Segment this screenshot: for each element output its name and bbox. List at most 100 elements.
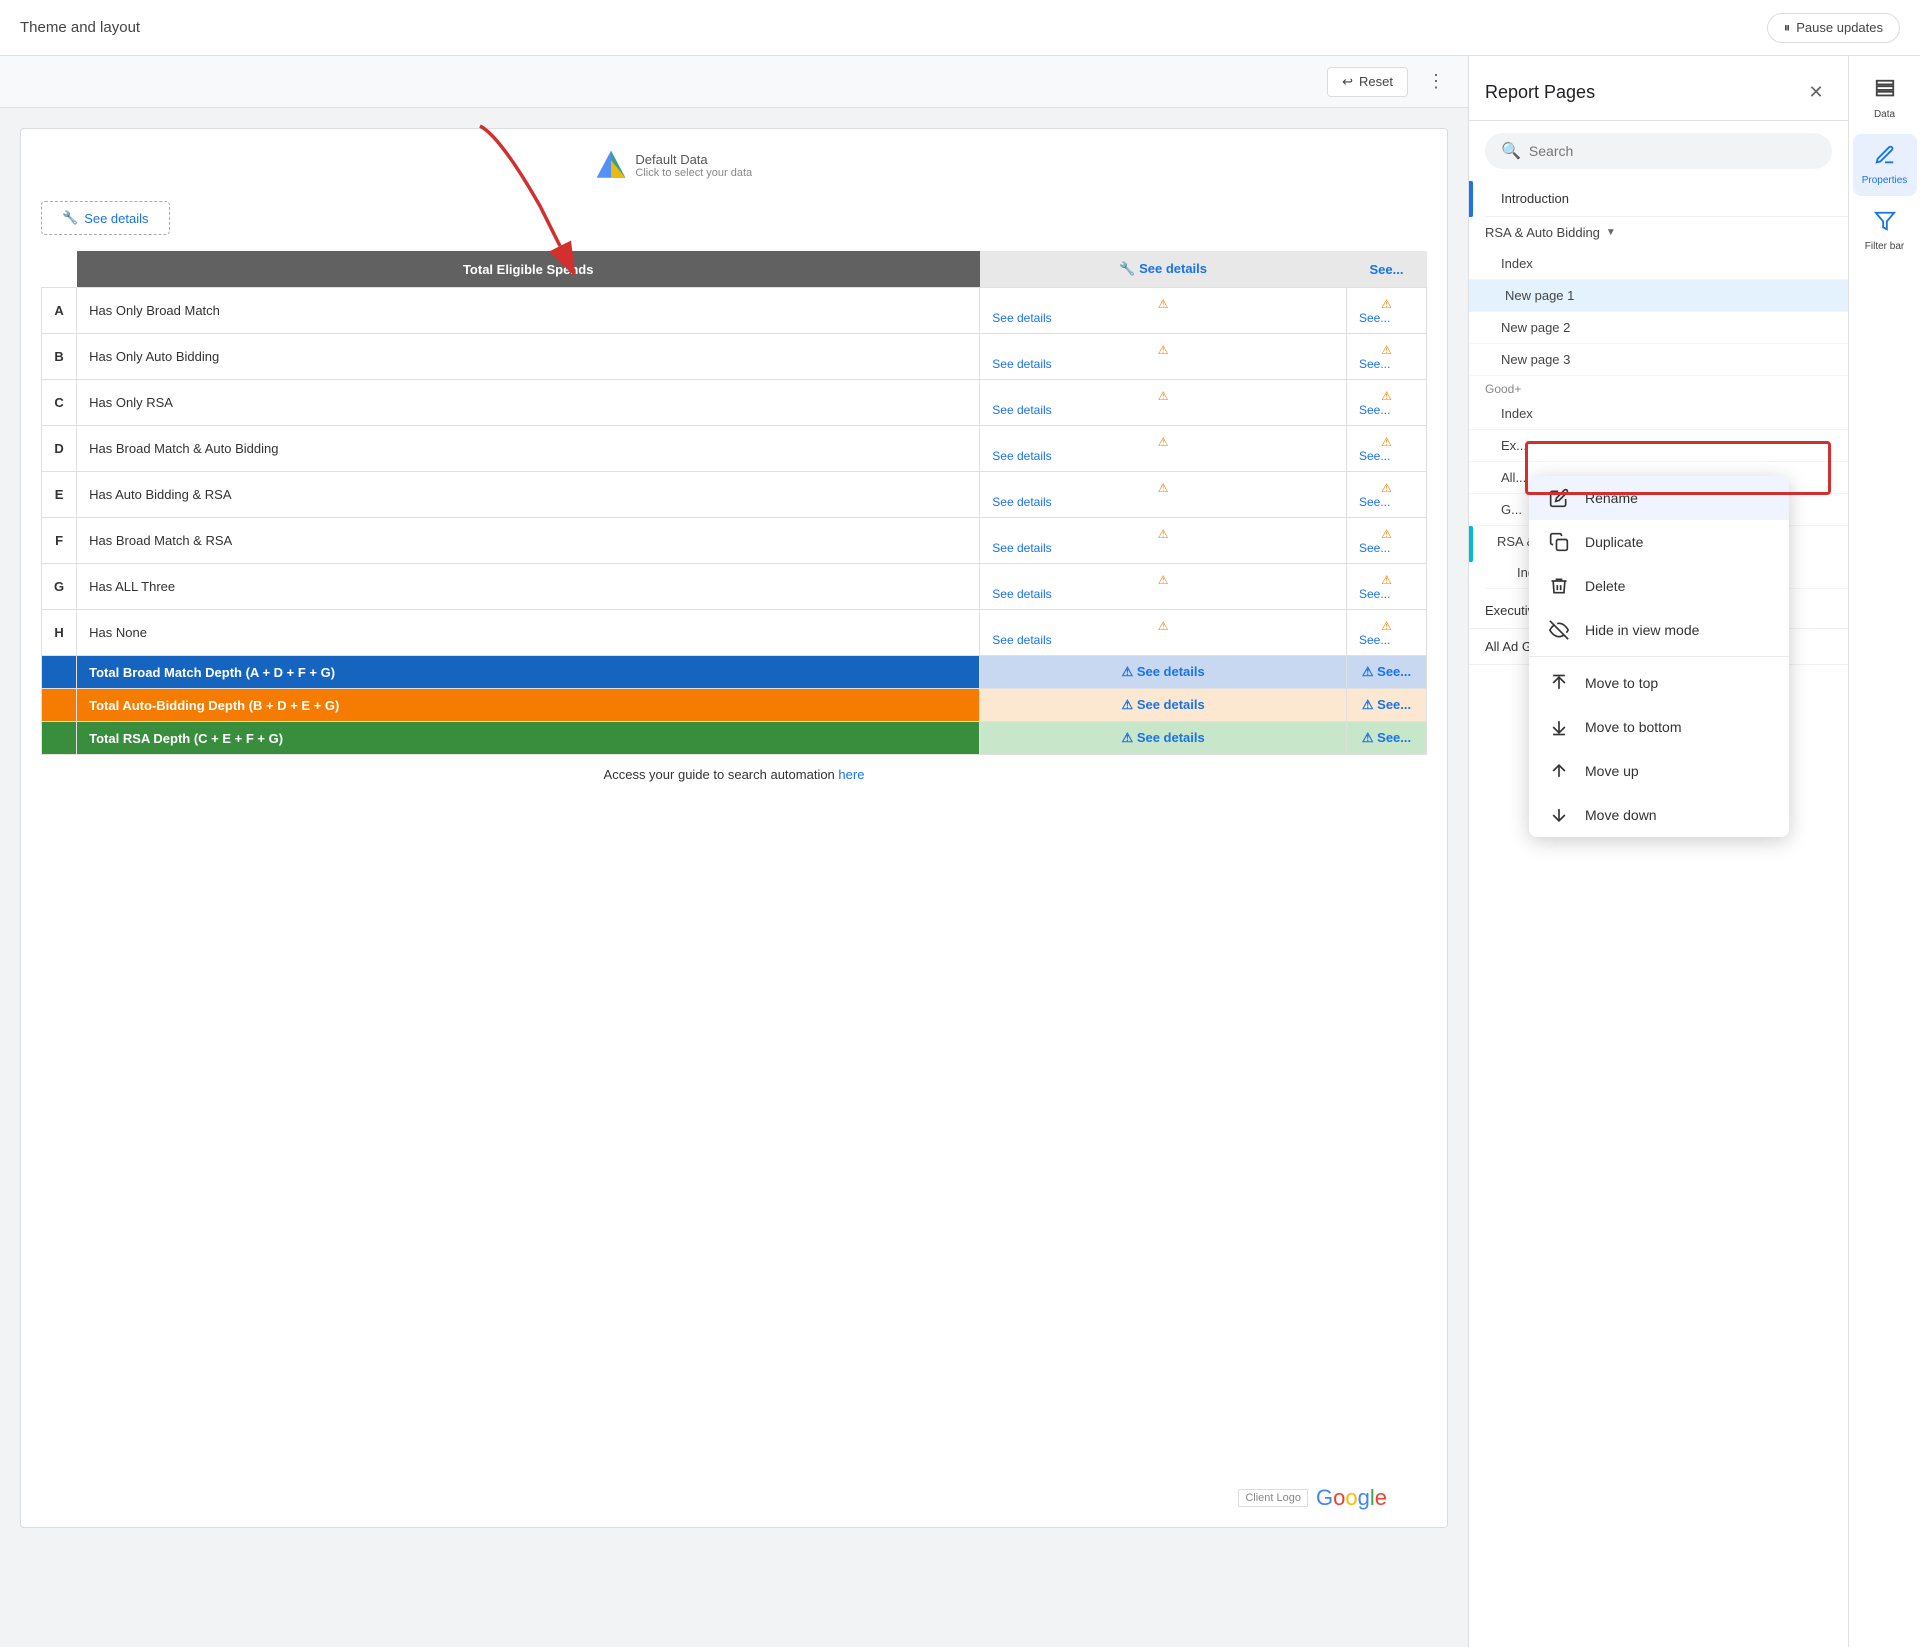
properties-panel-button[interactable]: Properties bbox=[1853, 134, 1917, 196]
panel-header: Report Pages ✕ bbox=[1469, 56, 1848, 121]
see-details-cell2[interactable]: ⚠ See... bbox=[1347, 472, 1427, 518]
row-label: Has Only RSA bbox=[77, 380, 980, 426]
total-row: Total Auto-Bidding Depth (B + D + E + G)… bbox=[42, 689, 1427, 722]
duplicate-icon bbox=[1549, 532, 1569, 552]
row-letter: E bbox=[42, 472, 77, 518]
rename-icon bbox=[1549, 488, 1569, 508]
client-logo-label: Client Logo bbox=[1238, 1489, 1308, 1507]
table-row: B Has Only Auto Bidding ⚠ See details ⚠ … bbox=[42, 334, 1427, 380]
table-row: C Has Only RSA ⚠ See details ⚠ See... bbox=[42, 380, 1427, 426]
see-details-cell2[interactable]: ⚠ See... bbox=[1347, 518, 1427, 564]
row-letter: H bbox=[42, 610, 77, 656]
pause-icon: ⏸ bbox=[1784, 20, 1791, 36]
row-letter: D bbox=[42, 426, 77, 472]
row-letter: C bbox=[42, 380, 77, 426]
table-row: A Has Only Broad Match ⚠ See details ⚠ S… bbox=[42, 288, 1427, 334]
see-details-cell[interactable]: ⚠ See details bbox=[980, 426, 1347, 472]
filter-bar-button[interactable]: Filter bar bbox=[1853, 200, 1917, 262]
see-details-cell[interactable]: ⚠ See details bbox=[980, 288, 1347, 334]
see-details-cell2[interactable]: ⚠ See... bbox=[1347, 426, 1427, 472]
see-details-cell[interactable]: ⚠ See details bbox=[980, 334, 1347, 380]
google-triangle-icon bbox=[595, 149, 627, 181]
menu-item-duplicate[interactable]: Duplicate bbox=[1529, 520, 1789, 564]
total-see-details[interactable]: ⚠ See details bbox=[980, 722, 1347, 755]
table-row: H Has None ⚠ See details ⚠ See... bbox=[42, 610, 1427, 656]
menu-item-move-top[interactable]: Move to top bbox=[1529, 661, 1789, 705]
google-logo: Default Data Click to select your data bbox=[595, 149, 752, 181]
search-icon: 🔍 bbox=[1501, 141, 1521, 161]
total-row-label: Total Broad Match Depth (A + D + F + G) bbox=[77, 656, 980, 689]
total-see-details2[interactable]: ⚠ See... bbox=[1347, 656, 1427, 689]
see-details-cell2[interactable]: ⚠ See... bbox=[1347, 288, 1427, 334]
row-label: Has Broad Match & Auto Bidding bbox=[77, 426, 980, 472]
see-details-cell[interactable]: ⚠ See details bbox=[980, 472, 1347, 518]
total-see-details2[interactable]: ⚠ See... bbox=[1347, 722, 1427, 755]
panel-close-button[interactable]: ✕ bbox=[1800, 76, 1832, 108]
google-logo-text: Google bbox=[1316, 1485, 1387, 1511]
table-header-see-details: 🔧 See details bbox=[980, 251, 1347, 288]
sub-page-new-1[interactable]: New page 1 bbox=[1473, 280, 1848, 312]
sub-page-index-1[interactable]: Index bbox=[1469, 248, 1848, 280]
top-bar-actions: ⏸ Pause updates bbox=[1767, 13, 1900, 43]
canvas-header: Default Data Click to select your data bbox=[41, 149, 1427, 181]
blue-bar bbox=[1469, 181, 1473, 217]
rename-label: Rename bbox=[1585, 490, 1638, 506]
app-title: Theme and layout bbox=[20, 19, 140, 36]
data-panel-button[interactable]: Data bbox=[1853, 68, 1917, 130]
menu-item-move-down[interactable]: Move down bbox=[1529, 793, 1789, 837]
see-details-cell[interactable]: ⚠ See details bbox=[980, 518, 1347, 564]
total-see-details2[interactable]: ⚠ See... bbox=[1347, 689, 1427, 722]
sub-page-new-2[interactable]: New page 2 bbox=[1469, 312, 1848, 344]
see-details-cell2[interactable]: ⚠ See... bbox=[1347, 380, 1427, 426]
row-letter: F bbox=[42, 518, 77, 564]
row-label: Has ALL Three bbox=[77, 564, 980, 610]
page-item-introduction[interactable]: Introduction bbox=[1485, 181, 1848, 217]
filter-icon bbox=[1874, 210, 1896, 237]
move-bottom-icon bbox=[1549, 717, 1569, 737]
reset-button[interactable]: ↩ Reset bbox=[1327, 67, 1408, 97]
footer-logos: Client Logo Google bbox=[1238, 1485, 1387, 1511]
chevron-down-icon: ▼ bbox=[1606, 227, 1616, 238]
see-details-cell[interactable]: ⚠ See details bbox=[980, 380, 1347, 426]
report-pages-panel: Report Pages ✕ 🔍 Introduction RSA & Auto… bbox=[1468, 56, 1848, 1647]
hide-label: Hide in view mode bbox=[1585, 622, 1699, 638]
total-row-label: Total Auto-Bidding Depth (B + D + E + G) bbox=[77, 689, 980, 722]
total-see-details[interactable]: ⚠ See details bbox=[980, 689, 1347, 722]
sub-page-exec-summary-copy[interactable]: Ex... bbox=[1469, 430, 1848, 462]
search-input[interactable] bbox=[1529, 143, 1816, 159]
menu-divider bbox=[1529, 656, 1789, 657]
menu-item-move-bottom[interactable]: Move to bottom bbox=[1529, 705, 1789, 749]
move-top-icon bbox=[1549, 673, 1569, 693]
teal-bar bbox=[1469, 526, 1473, 562]
total-row: Total Broad Match Depth (A + D + F + G) … bbox=[42, 656, 1427, 689]
see-details-dashed[interactable]: 🔧 See details bbox=[41, 201, 170, 235]
group-rsa-auto-bidding[interactable]: RSA & Auto Bidding ▼ bbox=[1469, 217, 1848, 248]
pause-updates-button[interactable]: ⏸ Pause updates bbox=[1767, 13, 1900, 43]
see-details-cell2[interactable]: ⚠ See... bbox=[1347, 610, 1427, 656]
total-see-details[interactable]: ⚠ See details bbox=[980, 656, 1347, 689]
move-down-icon bbox=[1549, 805, 1569, 825]
properties-label: Properties bbox=[1862, 175, 1908, 186]
sub-page-good-index[interactable]: Index bbox=[1469, 398, 1848, 430]
pages-list: Introduction RSA & Auto Bidding ▼ Index … bbox=[1469, 181, 1848, 1647]
access-text: Access your guide to search automation h… bbox=[41, 767, 1427, 782]
menu-item-move-up[interactable]: Move up bbox=[1529, 749, 1789, 793]
see-details-cell[interactable]: ⚠ See details bbox=[980, 564, 1347, 610]
here-link[interactable]: here bbox=[838, 767, 864, 782]
duplicate-label: Duplicate bbox=[1585, 534, 1643, 550]
more-options-button[interactable]: ⋮ bbox=[1420, 66, 1452, 98]
data-icon bbox=[1874, 78, 1896, 105]
move-down-label: Move down bbox=[1585, 807, 1657, 823]
see-details-cell2[interactable]: ⚠ See... bbox=[1347, 564, 1427, 610]
move-up-label: Move up bbox=[1585, 763, 1639, 779]
sub-page-new-3[interactable]: New page 3 bbox=[1469, 344, 1848, 376]
menu-item-delete[interactable]: Delete bbox=[1529, 564, 1789, 608]
row-label: Has Broad Match & RSA bbox=[77, 518, 980, 564]
row-label: Has Only Broad Match bbox=[77, 288, 980, 334]
wrench-icon: 🔧 bbox=[62, 210, 78, 226]
see-details-cell2[interactable]: ⚠ See... bbox=[1347, 334, 1427, 380]
menu-item-rename[interactable]: Rename bbox=[1529, 476, 1789, 520]
menu-item-hide[interactable]: Hide in view mode bbox=[1529, 608, 1789, 652]
filter-bar-label: Filter bar bbox=[1865, 241, 1904, 252]
see-details-cell[interactable]: ⚠ See details bbox=[980, 610, 1347, 656]
